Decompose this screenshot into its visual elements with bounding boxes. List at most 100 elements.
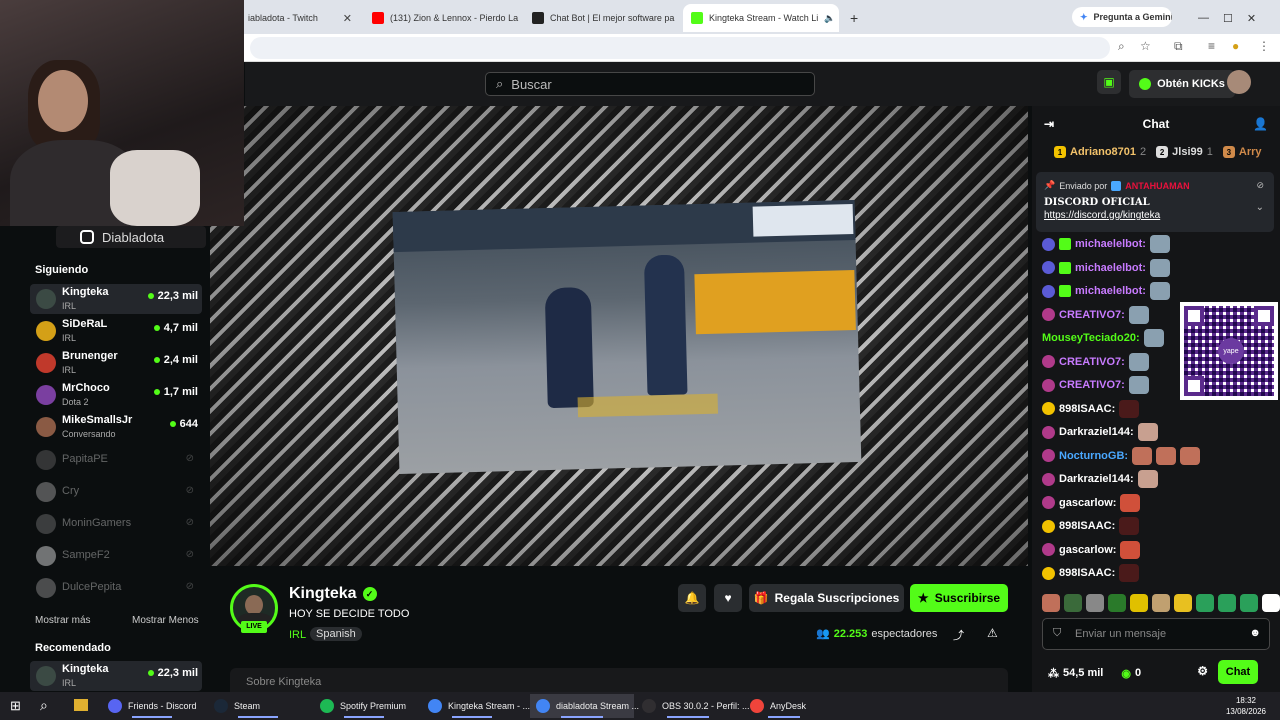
chat-username[interactable]: michaelelbot:	[1075, 285, 1146, 297]
chat-username[interactable]: CREATIVO7:	[1059, 356, 1125, 368]
taskbar-app[interactable]: Friends - Discord	[102, 694, 202, 718]
kicks-balance[interactable]: ⁂ 54,5 mil	[1048, 667, 1103, 680]
leaderboard-entry[interactable]: 2 Jlsi99 1	[1156, 146, 1213, 158]
close-window-icon[interactable]: ✕	[1247, 12, 1256, 25]
minimize-icon[interactable]: —	[1198, 12, 1209, 24]
emote-shortcut-icon[interactable]	[1130, 594, 1148, 612]
leaderboard-entry[interactable]: 1 Adriano8701 2	[1054, 146, 1146, 158]
chat-message[interactable]: MouseyTeciado20:	[1042, 328, 1164, 348]
chat-message[interactable]: CREATIVO7:	[1042, 305, 1149, 325]
taskbar-app[interactable]: Steam	[208, 694, 308, 718]
emote-shortcut-icon[interactable]	[1174, 594, 1192, 612]
emote-shortcut-icon[interactable]	[1152, 594, 1170, 612]
chat-username[interactable]: 898ISAAC:	[1059, 520, 1115, 532]
chat-username[interactable]: CREATIVO7:	[1059, 379, 1125, 391]
emoji-icon[interactable]: ☻	[1249, 627, 1261, 639]
stream-category[interactable]: IRL	[289, 629, 306, 641]
sidebar-item-mrchoco[interactable]: MrChoco Dota 2 1,7 mil	[30, 380, 202, 410]
send-chat-button[interactable]: Chat	[1218, 660, 1258, 684]
close-icon[interactable]: ✕	[343, 12, 352, 25]
emote-shortcut-icon[interactable]	[1042, 594, 1060, 612]
pinned-link[interactable]: https://discord.gg/kingteka	[1044, 210, 1266, 221]
chat-username[interactable]: michaelelbot:	[1075, 262, 1146, 274]
chat-message[interactable]: CREATIVO7:	[1042, 352, 1149, 372]
sidebar-item-kingteka[interactable]: Kingteka IRL 22,3 mil	[30, 284, 202, 314]
taskbar-app[interactable]: OBS 30.0.2 - Perfil: ...	[636, 694, 750, 718]
emote-shortcut-icon[interactable]	[1086, 594, 1104, 612]
stream-tag[interactable]: Spanish	[310, 627, 362, 641]
chat-message[interactable]: michaelelbot:	[1042, 234, 1170, 254]
browser-tab[interactable]: Chat Bot | El mejor software pa ✕	[524, 4, 680, 32]
taskbar-app[interactable]: diabladota Stream ...	[530, 694, 639, 718]
chat-username[interactable]: CREATIVO7:	[1059, 309, 1125, 321]
chat-message[interactable]: CREATIVO7:	[1042, 375, 1149, 395]
bookmark-star-icon[interactable]: ☆	[1140, 39, 1151, 53]
chat-input[interactable]: ⛉ Enviar un mensaje ☻	[1042, 618, 1270, 650]
follow-button[interactable]: ♥	[714, 584, 742, 612]
chat-message[interactable]: Darkraziel144:	[1042, 422, 1158, 442]
gift-subs-button[interactable]: 🎁 Regala Suscripciones	[749, 584, 904, 612]
search-icon[interactable]: ⌕	[40, 697, 48, 714]
sidebar-item-moningamers[interactable]: MoninGamers ⊘	[30, 509, 202, 539]
subscribe-button[interactable]: ★ Suscribirse	[910, 584, 1008, 612]
file-explorer-icon[interactable]	[74, 699, 88, 711]
sidebar-item-recommended-kingteka[interactable]: Kingteka IRL 22,3 mil	[30, 661, 202, 691]
channel-points[interactable]: ◉ 0	[1121, 667, 1141, 680]
show-less-link[interactable]: Mostrar Menos	[132, 615, 199, 626]
chat-message[interactable]: 898ISAAC:	[1042, 516, 1140, 536]
emote-shortcut-icon[interactable]	[1262, 594, 1280, 612]
show-more-link[interactable]: Mostrar más	[35, 615, 91, 626]
chat-username[interactable]: 898ISAAC:	[1059, 567, 1115, 579]
new-tab-button[interactable]: +	[842, 4, 862, 32]
chat-username[interactable]: gascarlow:	[1059, 497, 1116, 509]
sidebar-item-sampef2[interactable]: SampeF2 ⊘	[30, 541, 202, 571]
extension-icon[interactable]: ●	[1232, 39, 1239, 53]
emote-shortcut-icon[interactable]	[1064, 594, 1082, 612]
clock[interactable]: 18:32 13/08/2026	[1226, 695, 1266, 717]
chat-message[interactable]: Darkraziel144:	[1042, 469, 1158, 489]
chat-message[interactable]: 898ISAAC:	[1042, 563, 1140, 583]
emote-shortcut-icon[interactable]	[1218, 594, 1236, 612]
windows-start-icon[interactable]: ⊞	[10, 698, 21, 714]
video-player[interactable]	[210, 106, 1028, 566]
chat-username[interactable]: gascarlow:	[1059, 544, 1116, 556]
notifications-button[interactable]: 🔔	[678, 584, 706, 612]
chat-username[interactable]: MouseyTeciado20:	[1042, 332, 1140, 344]
chat-message[interactable]: NocturnoGB:	[1042, 446, 1201, 466]
browser-tab-active[interactable]: Kingteka Stream - Watch Li 🔈 ✕	[683, 4, 839, 32]
zoom-icon[interactable]: ⌕	[1118, 39, 1125, 54]
sidebar-item-papitape[interactable]: PapitaPE ⊘	[30, 445, 202, 475]
chat-username[interactable]: Darkraziel144:	[1059, 426, 1134, 438]
menu-icon[interactable]: ⋮	[1258, 39, 1270, 53]
collapse-chat-icon[interactable]: ⇥	[1044, 117, 1054, 131]
chat-message[interactable]: 898ISAAC:	[1042, 399, 1140, 419]
kick-logo-icon[interactable]: ▣	[1097, 70, 1121, 94]
sidebar-item-mikesmallsjr[interactable]: MikeSmallsJr Conversando 644	[30, 412, 202, 442]
gear-icon[interactable]: ⚙	[1197, 664, 1208, 678]
taskbar-app[interactable]: Spotify Premium	[314, 694, 414, 718]
emote-shortcut-icon[interactable]	[1196, 594, 1214, 612]
chat-username[interactable]: Darkraziel144:	[1059, 473, 1134, 485]
sidebar-item-brunenger[interactable]: Brunenger IRL 2,4 mil	[30, 348, 202, 378]
sidebar-item-dulcepepita[interactable]: DulcePepita ⊘	[30, 573, 202, 603]
queue-icon[interactable]: ≡	[1208, 39, 1215, 53]
chat-users-icon[interactable]: 👤	[1253, 117, 1268, 131]
hide-pin-icon[interactable]: ⊘	[1256, 180, 1264, 191]
leaderboard-entry[interactable]: 3 Arry	[1222, 146, 1262, 158]
chat-message[interactable]: michaelelbot:	[1042, 258, 1170, 278]
avatar[interactable]	[1227, 70, 1251, 94]
chat-username[interactable]: michaelelbot:	[1075, 238, 1146, 250]
chat-message[interactable]: gascarlow:	[1042, 540, 1141, 560]
maximize-icon[interactable]: ☐	[1223, 12, 1233, 25]
emote-shortcut-icon[interactable]	[1240, 594, 1258, 612]
browser-tab[interactable]: iabladota - Twitch ✕	[240, 4, 360, 32]
chat-message[interactable]: gascarlow:	[1042, 493, 1141, 513]
share-icon[interactable]: ⤴	[953, 627, 964, 643]
taskbar-app[interactable]: AnyDesk	[744, 694, 824, 718]
chat-username[interactable]: 898ISAAC:	[1059, 403, 1115, 415]
taskbar-app[interactable]: Kingteka Stream - ...	[422, 694, 530, 718]
omnibox[interactable]	[250, 37, 1110, 59]
sidebar-item-cry[interactable]: Cry ⊘	[30, 477, 202, 507]
get-kicks-button[interactable]: Obtén KICKs	[1129, 70, 1235, 98]
gemini-button[interactable]: ✦ Pregunta a Gemini	[1072, 7, 1172, 27]
